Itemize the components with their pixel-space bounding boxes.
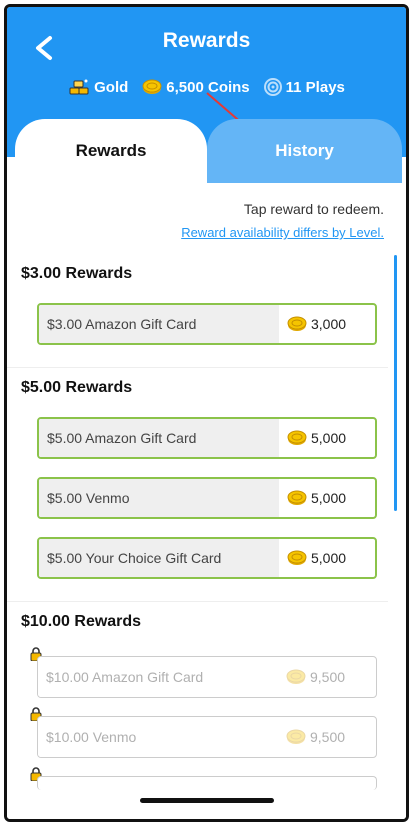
gold-icon	[69, 79, 89, 95]
reward-card[interactable]: $5.00 Amazon Gift Card 5,000	[37, 417, 377, 459]
coin-icon	[287, 550, 307, 565]
coin-icon	[142, 79, 162, 94]
coin-icon	[286, 669, 306, 684]
divider	[7, 367, 388, 368]
reward-label: $5.00 Amazon Gift Card	[39, 419, 279, 457]
reward-label: $10.00 Venmo	[38, 717, 278, 757]
plays-swirl-icon	[263, 78, 282, 96]
reward-cost: 9,500	[278, 657, 376, 697]
reward-label: $5.00 Your Choice Gift Card	[39, 539, 279, 577]
tab-bar: Rewards History	[7, 119, 406, 183]
reward-cost-value: 5,000	[311, 550, 347, 566]
gold-stat: Gold	[68, 77, 128, 97]
section-title: $5.00 Rewards	[21, 379, 133, 396]
reward-cost-value: 9,500	[310, 729, 346, 745]
coin-icon	[287, 490, 307, 505]
tab-rewards[interactable]: Rewards	[15, 119, 207, 183]
reward-cost: 5,000	[279, 419, 375, 457]
reward-card[interactable]: $5.00 Your Choice Gift Card 5,000	[37, 537, 377, 579]
coin-icon	[287, 430, 307, 445]
reward-card[interactable]: $3.00 Amazon Gift Card 3,000	[37, 303, 377, 345]
section-title: $10.00 Rewards	[21, 613, 142, 630]
reward-cost-value: 5,000	[311, 430, 347, 446]
gold-label: Gold	[94, 78, 129, 96]
reward-cost-value: 3,000	[311, 316, 347, 332]
scrollbar[interactable]	[394, 255, 397, 511]
reward-card-locked-partial[interactable]	[37, 776, 377, 790]
coin-icon	[287, 316, 307, 331]
reward-label: $3.00 Amazon Gift Card	[39, 305, 279, 343]
tap-hint: Tap reward to redeem.	[243, 201, 384, 217]
reward-cost: 5,000	[279, 539, 375, 577]
coin-icon	[286, 729, 306, 744]
phone-frame: Rewards Gold 6,500 Coins 11 Plays Reward…	[4, 4, 409, 822]
reward-label: $5.00 Venmo	[39, 479, 279, 517]
reward-cost: 9,500	[278, 717, 376, 757]
reward-card-locked[interactable]: $10.00 Venmo 9,500	[37, 716, 377, 758]
reward-card-locked[interactable]: $10.00 Amazon Gift Card 9,500	[37, 656, 377, 698]
divider	[7, 601, 388, 602]
rewards-list[interactable]: Tap reward to redeem. Reward availabilit…	[7, 183, 406, 819]
reward-cost-value: 9,500	[310, 669, 346, 685]
reward-label: $10.00 Amazon Gift Card	[38, 657, 278, 697]
reward-card[interactable]: $5.00 Venmo 5,000	[37, 477, 377, 519]
reward-cost-value: 5,000	[311, 490, 347, 506]
plays-stat: 11 Plays	[263, 78, 345, 96]
home-indicator	[140, 798, 274, 803]
plays-label: 11 Plays	[285, 78, 345, 96]
availability-link[interactable]: Reward availability differs by Level.	[181, 225, 384, 240]
reward-cost: 3,000	[279, 305, 375, 343]
page-title: Rewards	[162, 29, 251, 52]
reward-cost: 5,000	[279, 479, 375, 517]
tab-history[interactable]: History	[207, 119, 402, 183]
section-title: $3.00 Rewards	[21, 265, 133, 282]
